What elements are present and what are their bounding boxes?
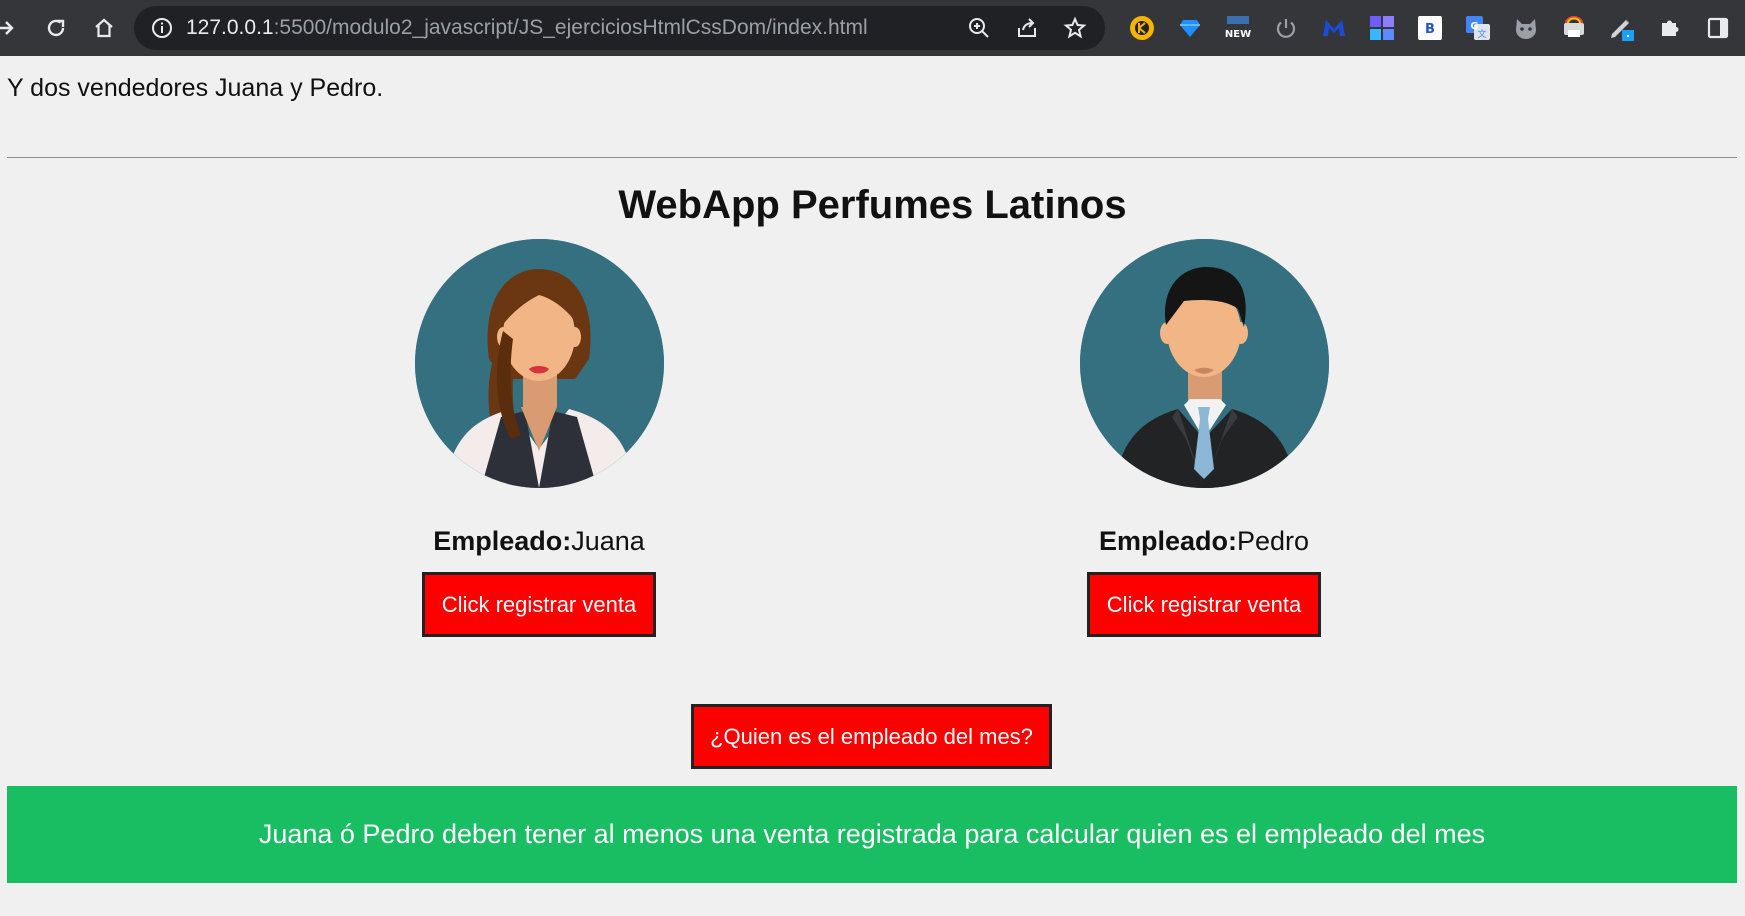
sidepanel-icon[interactable]	[1694, 0, 1742, 56]
register-sale-button-juana[interactable]: Click registrar venta	[422, 572, 656, 637]
svg-text:文: 文	[1477, 28, 1486, 40]
employee-card-juana: Empleado:Juana Click registrar venta	[329, 239, 749, 637]
cat-icon[interactable]	[1502, 0, 1550, 56]
keepa-icon[interactable]	[1118, 0, 1166, 56]
browser-toolbar: 127.0.0.1:5500/modulo2_javascript/JS_eje…	[0, 0, 1745, 56]
page-title: WebApp Perfumes Latinos	[618, 183, 1127, 227]
extensions-bar: NEW B G文	[1118, 0, 1742, 56]
puzzle-icon[interactable]	[1646, 0, 1694, 56]
diamond-icon[interactable]	[1166, 0, 1214, 56]
intro-text: Y dos vendedores Juana y Pedro.	[7, 74, 384, 102]
power-icon[interactable]	[1262, 0, 1310, 56]
message-text: Juana ó Pedro deben tener al menos una v…	[258, 819, 1486, 849]
zoom-icon[interactable]	[963, 12, 995, 44]
new-badge-icon[interactable]: NEW	[1214, 0, 1262, 56]
female-avatar-image	[414, 239, 664, 488]
employee-of-month-button[interactable]: ¿Quien es el empleado del mes?	[691, 704, 1052, 769]
svg-text:B: B	[1425, 22, 1435, 37]
male-avatar-image	[1079, 239, 1329, 488]
message-banner: Juana ó Pedro deben tener al menos una v…	[7, 786, 1737, 883]
register-sale-button-pedro[interactable]: Click registrar venta	[1087, 572, 1321, 637]
back-arrow-icon[interactable]	[0, 0, 14, 56]
google-translate-icon[interactable]: G文	[1454, 0, 1502, 56]
horizontal-divider	[7, 157, 1737, 158]
site-info-icon[interactable]	[150, 16, 174, 40]
grid-app-icon[interactable]	[1358, 0, 1406, 56]
reload-icon[interactable]	[32, 0, 80, 56]
share-icon[interactable]	[1011, 12, 1043, 44]
address-bar[interactable]: 127.0.0.1:5500/modulo2_javascript/JS_eje…	[134, 6, 1105, 50]
printer-rainbow-icon[interactable]	[1550, 0, 1598, 56]
home-icon[interactable]	[80, 0, 128, 56]
url-text: 127.0.0.1:5500/modulo2_javascript/JS_eje…	[186, 16, 868, 39]
b-extension-icon[interactable]: B	[1406, 0, 1454, 56]
page-content: Y dos vendedores Juana y Pedro. WebApp P…	[0, 56, 1745, 916]
employee-label-pedro: Empleado:Pedro	[1098, 526, 1310, 556]
svg-text:NEW: NEW	[1225, 29, 1251, 40]
pen-edit-icon[interactable]	[1598, 0, 1646, 56]
employee-card-pedro: Empleado:Pedro Click registrar venta	[994, 239, 1414, 637]
employee-label-juana: Empleado:Juana	[433, 526, 645, 556]
bookmark-star-icon[interactable]	[1059, 12, 1091, 44]
malwarebytes-icon[interactable]	[1310, 0, 1358, 56]
